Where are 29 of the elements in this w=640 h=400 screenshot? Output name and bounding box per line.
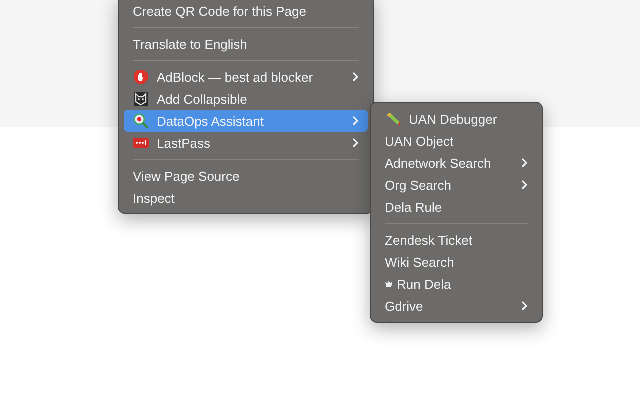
menu-item[interactable]: Add Collapsible [124,88,368,110]
chevron-icon [352,138,359,148]
hand-icon [134,70,148,84]
menu-item[interactable]: Wiki Search [376,251,537,273]
chevron-icon [521,158,528,168]
menu-item[interactable]: LastPass [124,132,368,154]
menu-item[interactable]: UAN Debugger [376,108,537,130]
menu-item[interactable]: View Page Source [124,165,368,187]
cat-icon [134,92,148,106]
dots-icon [133,138,149,148]
chevron-icon [352,116,359,126]
menu-item[interactable]: Dela Rule [376,196,537,218]
chevron-icon [521,180,528,190]
chevron-icon [521,301,528,311]
menu-item[interactable]: Org Search [376,174,537,196]
menu-item[interactable]: Zendesk Ticket [376,229,537,251]
chevron-icon [352,72,359,82]
menu-item[interactable]: Adnetwork Search [376,152,537,174]
pencil-icon [387,113,400,126]
crown-icon [386,281,392,287]
magnifier-icon [134,114,149,129]
menu-item[interactable]: Run Dela [376,273,537,295]
menu-item[interactable]: Create QR Code for this Page [124,0,368,22]
menu-item[interactable]: DataOps Assistant [124,110,368,132]
menu-item[interactable]: Inspect [124,187,368,209]
menu-item[interactable]: Translate to English [124,33,368,55]
menu-item[interactable]: AdBlock — best ad blocker [124,66,368,88]
menu-item[interactable]: UAN Object [376,130,537,152]
menu-item[interactable]: Gdrive [376,295,537,317]
